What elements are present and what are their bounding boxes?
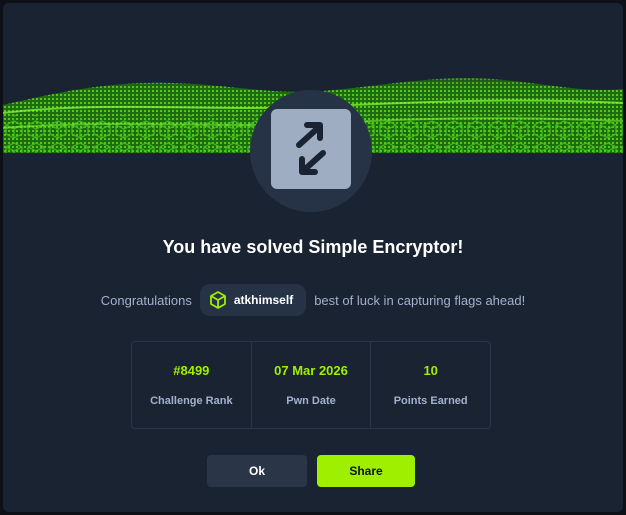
page-title: You have solved Simple Encryptor!: [162, 237, 464, 257]
stat-label: Pwn Date: [286, 394, 336, 407]
solved-modal: You have solved Simple Encryptor! Congra…: [3, 3, 623, 512]
share-button[interactable]: Share: [317, 455, 415, 487]
stat-challenge-rank: #8499 Challenge Rank: [132, 342, 252, 428]
congratulations-message: Congratulations atkhimself best of luck …: [3, 284, 623, 316]
stat-value: 10: [423, 362, 438, 378]
congrats-suffix: best of luck in capturing flags ahead!: [314, 292, 526, 308]
stats-panel: #8499 Challenge Rank 07 Mar 2026 Pwn Dat…: [131, 341, 491, 429]
stat-value: 07 Mar 2026: [274, 362, 348, 378]
hexagon-box-icon: [209, 291, 226, 309]
challenge-badge: [271, 109, 351, 189]
stat-label: Challenge Rank: [150, 394, 233, 407]
stat-points-earned: 10 Points Earned: [371, 342, 490, 428]
stat-pwn-date: 07 Mar 2026 Pwn Date: [252, 342, 372, 428]
swap-arrows-icon: [296, 122, 326, 175]
stat-label: Points Earned: [393, 394, 468, 407]
user-chip[interactable]: atkhimself: [199, 284, 307, 316]
username: atkhimself: [233, 293, 294, 307]
stat-value: #8499: [173, 362, 210, 378]
ok-button[interactable]: Ok: [207, 455, 307, 487]
congrats-prefix: Congratulations: [100, 292, 192, 308]
